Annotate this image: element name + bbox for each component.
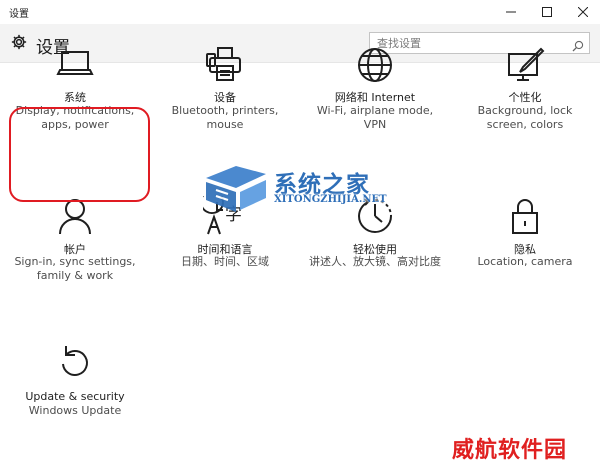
person-icon [0, 196, 150, 236]
time-language-icon: 字 [150, 196, 300, 240]
tile-time-language[interactable]: 字 时间和语言 日期、时间、区域 [150, 0, 300, 268]
tile-description: Windows Update [28, 404, 122, 417]
watermark-corner: 威航软件园 [452, 437, 568, 463]
svg-text:字: 字 [225, 205, 242, 225]
watermark-text: 系统之家 [274, 172, 370, 198]
scrollbar[interactable] [594, 63, 600, 474]
tile-description: Location, camera [477, 255, 573, 268]
tile-name: Update & security [25, 390, 125, 403]
tile-description: Sign-in, sync settings, family & work [14, 255, 136, 282]
lock-icon [450, 196, 600, 236]
tile-description: 讲述人、放大镜、高对比度 [309, 255, 441, 268]
tile-privacy[interactable]: 隐私 Location, camera [450, 0, 600, 268]
tile-ease-of-access[interactable]: 轻松使用 讲述人、放大镜、高对比度 [300, 0, 450, 268]
ease-of-access-icon [300, 196, 450, 236]
tile-update-security[interactable]: Update & security Windows Update [0, 0, 150, 417]
update-icon [0, 342, 150, 382]
tile-description: 日期、时间、区域 [181, 255, 269, 268]
